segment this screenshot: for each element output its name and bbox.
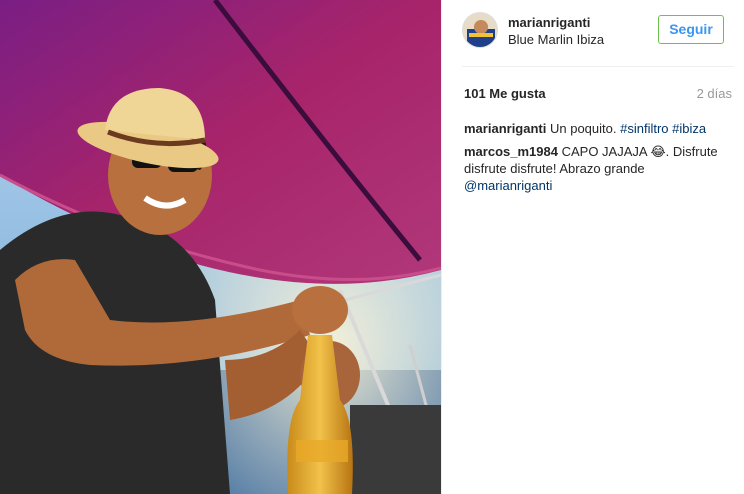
- post-details-panel: marianriganti Blue Marlin Ibiza Seguir 1…: [442, 0, 744, 494]
- hashtag-link[interactable]: #ibiza: [672, 121, 706, 136]
- post-header: marianriganti Blue Marlin Ibiza Seguir: [462, 12, 734, 50]
- likes-count[interactable]: 101 Me gusta: [464, 86, 546, 101]
- header-divider: [462, 66, 734, 67]
- photo-image: [0, 0, 441, 494]
- comment-item: marianriganti Un poquito. #sinfiltro #ib…: [464, 120, 736, 137]
- follow-button[interactable]: Seguir: [658, 15, 724, 44]
- avatar-photo-icon: [463, 13, 497, 47]
- avatar[interactable]: [462, 12, 498, 48]
- mention-link[interactable]: @marianriganti: [464, 178, 552, 193]
- post-username[interactable]: marianriganti: [508, 15, 590, 30]
- comment-username[interactable]: marcos_m1984: [464, 144, 558, 159]
- post-photo[interactable]: [0, 0, 441, 494]
- post-location[interactable]: Blue Marlin Ibiza: [508, 32, 604, 47]
- post-time[interactable]: 2 días: [697, 86, 732, 101]
- comment-item: marcos_m1984 CAPO JAJAJA 😂. Disfrute dis…: [464, 143, 736, 194]
- comment-list: marianriganti Un poquito. #sinfiltro #ib…: [464, 120, 736, 200]
- hashtag-link[interactable]: #sinfiltro: [620, 121, 668, 136]
- comment-text: Un poquito.: [549, 121, 617, 136]
- comment-username[interactable]: marianriganti: [464, 121, 546, 136]
